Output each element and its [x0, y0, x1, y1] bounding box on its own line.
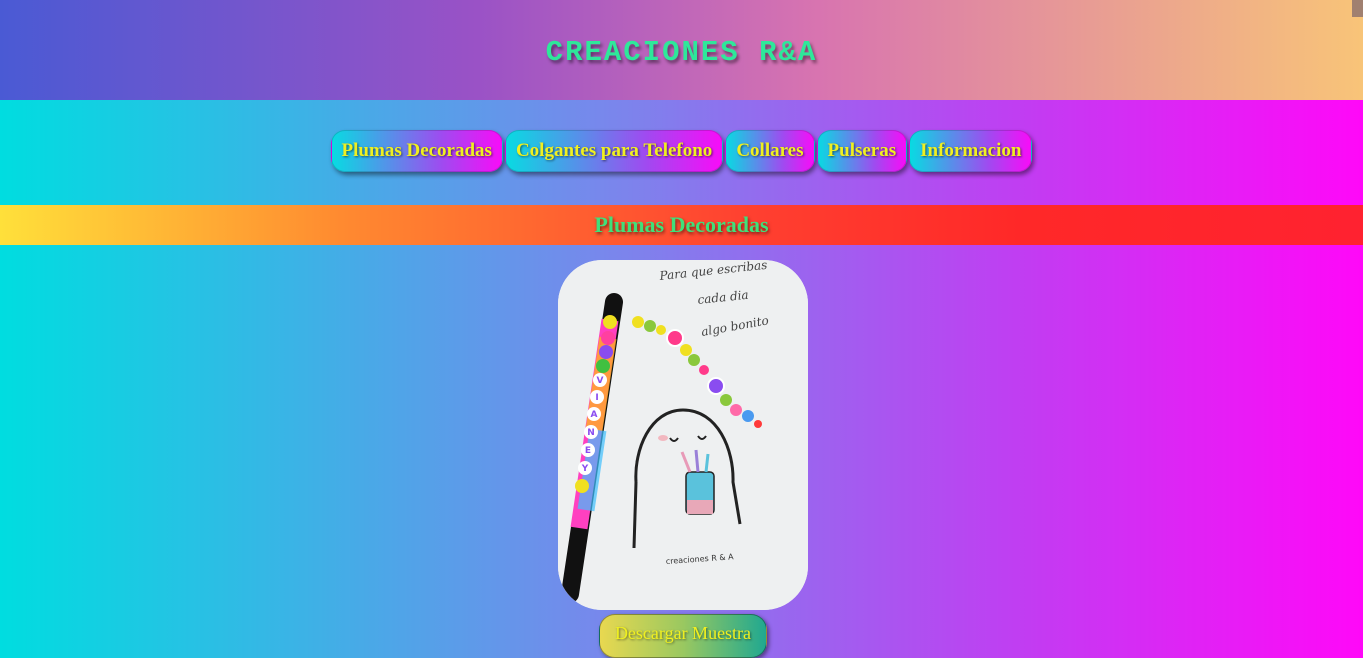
svg-text:Y: Y [581, 464, 589, 474]
nav-button-pulseras[interactable]: Pulseras [816, 130, 908, 172]
svg-text:N: N [587, 428, 595, 438]
section-title: Plumas Decoradas [594, 212, 769, 237]
svg-text:I: I [595, 393, 598, 403]
product-photo-illustration: Para que escribas cada dia algo bonito c… [558, 260, 808, 610]
main-nav: Plumas Decoradas Colgantes para Telefono… [0, 130, 1363, 176]
svg-text:A: A [591, 410, 598, 420]
product-image-decorated-pen: Para que escribas cada dia algo bonito c… [558, 260, 808, 610]
scrollbar-thumb[interactable] [1352, 0, 1363, 17]
site-title: CREACIONES R&A [545, 35, 818, 69]
nav-button-colgantes-para-telefono[interactable]: Colgantes para Telefono [504, 130, 724, 172]
nav-button-collares[interactable]: Collares [725, 130, 815, 172]
section-header: Plumas Decoradas [0, 205, 1363, 245]
nav-button-informacion[interactable]: Informacion [909, 130, 1033, 172]
svg-text:V: V [597, 376, 604, 386]
nav-button-plumas-decoradas[interactable]: Plumas Decoradas [330, 130, 503, 172]
download-sample-button[interactable]: Descargar Muestra [599, 614, 767, 658]
site-header: CREACIONES R&A [0, 0, 1363, 100]
svg-text:E: E [585, 446, 591, 456]
